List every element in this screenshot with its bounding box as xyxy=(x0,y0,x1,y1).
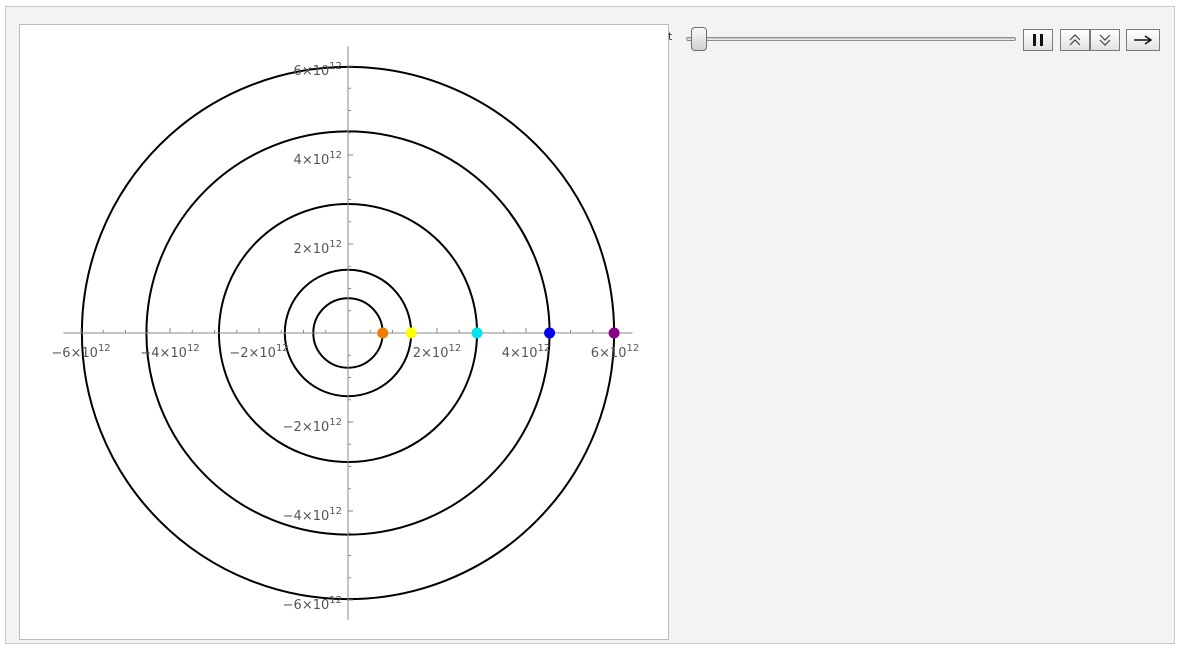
x-tick-label: 6×1012 xyxy=(591,343,639,361)
manipulate-panel: −6×1012 −4×1012 −2×1012 2×1012 4×1012 6×1012 6… xyxy=(5,6,1175,644)
x-tick-label: −2×1012 xyxy=(229,343,288,361)
planet-point-5 xyxy=(608,327,620,339)
slower-icon xyxy=(1099,34,1111,46)
time-slider-track[interactable] xyxy=(686,37,1016,41)
x-tick-label: −6×1012 xyxy=(51,343,110,361)
x-tick-label: 4×1012 xyxy=(502,343,550,361)
planet-point-1 xyxy=(377,327,389,339)
y-tick-label: −6×1012 xyxy=(283,595,342,613)
direction-arrow-icon xyxy=(1134,35,1153,45)
pause-button[interactable] xyxy=(1023,29,1053,51)
slower-button[interactable] xyxy=(1090,29,1120,51)
direction-button[interactable] xyxy=(1126,29,1160,51)
faster-icon xyxy=(1069,34,1081,46)
orbit-plot: −6×1012 −4×1012 −2×1012 2×1012 4×1012 6×1012 6… xyxy=(51,46,639,620)
faster-button[interactable] xyxy=(1060,29,1090,51)
y-tick-label: 2×1012 xyxy=(294,239,342,257)
planet-point-4 xyxy=(544,327,556,339)
plot-frame: −6×1012 −4×1012 −2×1012 2×1012 4×1012 6×1012 6… xyxy=(19,24,669,640)
pause-icon xyxy=(1033,34,1043,46)
planet-point-2 xyxy=(405,327,417,339)
slider-label: t xyxy=(668,30,673,43)
time-slider-thumb[interactable] xyxy=(691,27,707,51)
y-tick-label: −4×1012 xyxy=(283,506,342,524)
y-tick-label: 6×1012 xyxy=(294,61,342,79)
y-tick-label: 4×1012 xyxy=(294,150,342,168)
x-tick-label: −4×1012 xyxy=(140,343,199,361)
y-tick-label: −2×1012 xyxy=(283,417,342,435)
planet-point-3 xyxy=(471,327,483,339)
x-tick-label: 2×1012 xyxy=(413,343,461,361)
